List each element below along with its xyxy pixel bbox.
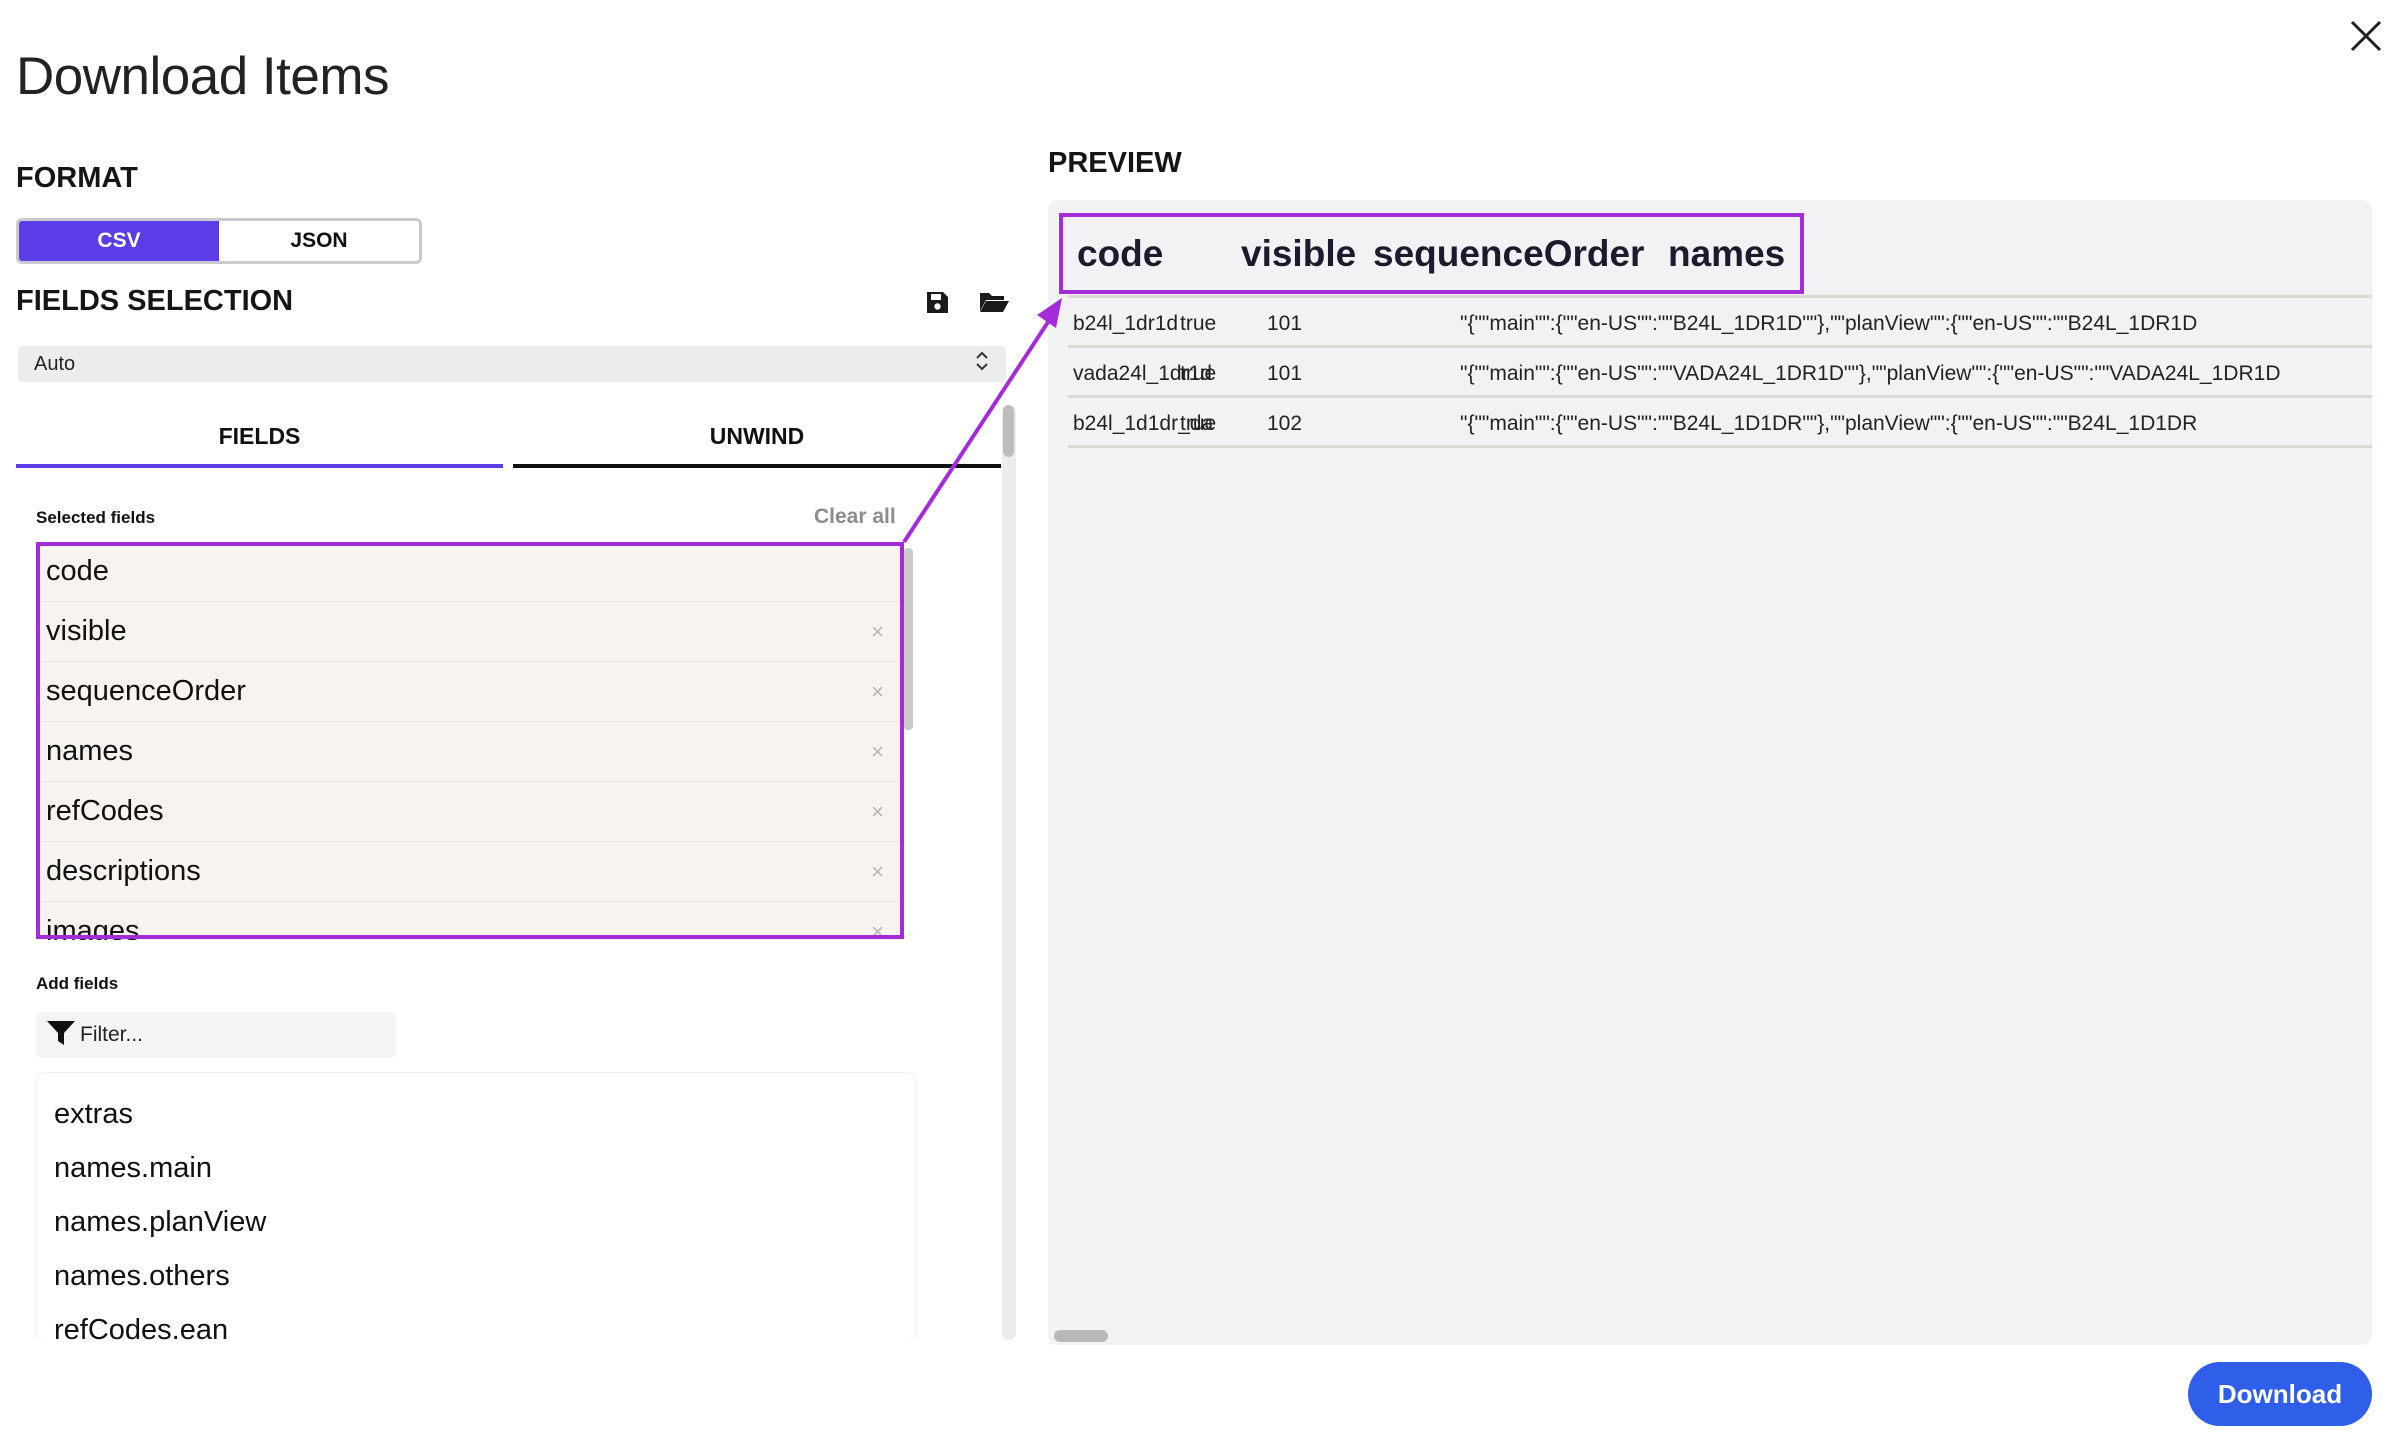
available-field-item[interactable]: names.planView [37,1195,915,1249]
selected-field-item[interactable]: images × [36,902,904,940]
preview-cell: true [1180,312,1217,335]
preview-cell: 101 [1267,362,1303,385]
selected-field-label: sequenceOrder [46,675,246,707]
field-mode-value: Auto [34,352,76,375]
selected-field-item[interactable]: sequenceOrder × [36,662,904,722]
preview-cell: "{""main"":{""en-US"":""B24L_1DR1D""},""… [1460,312,2198,335]
tab-unwind[interactable]: UNWIND [513,408,1001,468]
preview-horizontal-scrollbar[interactable] [1054,1330,1108,1342]
preview-header-divider [1068,295,2372,298]
remove-field-icon[interactable]: × [871,679,884,705]
remove-field-icon[interactable]: × [871,859,884,885]
remove-field-icon[interactable]: × [871,619,884,645]
preview-cell: 102 [1267,412,1303,435]
preview-cell: "{""main"":{""en-US"":""VADA24L_1DR1D""}… [1460,362,2281,385]
selected-field-item[interactable]: code [36,542,904,602]
folder-open-icon[interactable] [977,287,1011,317]
selected-field-label: names [46,735,134,767]
selected-field-item[interactable]: names × [36,722,904,782]
selected-field-label: descriptions [46,855,201,887]
selected-list-scrollbar[interactable] [904,548,913,730]
preview-row: b24l_1dr1d true 101 "{""main"":{""en-US"":"… [1068,300,2372,348]
preview-row: b24l_1d1dr_da true 102 "{""main"":{""en-US"… [1068,400,2372,448]
json-option[interactable]: JSON [219,221,419,261]
format-toggle: CSV JSON [16,218,422,264]
selected-field-item[interactable]: refCodes × [36,782,904,842]
remove-field-icon[interactable]: × [871,799,884,825]
selected-field-label: code [46,555,109,587]
filter-field[interactable] [36,1012,396,1058]
selected-field-label: images [46,915,140,940]
preview-cell: "{""main"":{""en-US"":""B24L_1D1DR""},""… [1460,412,2198,435]
selected-field-label: visible [46,615,127,647]
selected-field-item[interactable]: descriptions × [36,842,904,902]
chevron-updown-icon [974,350,990,378]
preview-header-code: code [1077,233,1164,274]
preview-panel: code visible sequenceOrder names b24l_1d… [1048,200,2372,1345]
preview-cell: b24l_1dr1d [1073,312,1179,335]
filter-input[interactable] [76,1023,380,1047]
preview-header-visible: visible [1241,233,1357,274]
filter-icon [46,1019,76,1052]
remove-field-icon[interactable]: × [871,919,884,941]
dialog-title: Download Items [16,47,390,106]
preview-title: PREVIEW [1048,147,1182,179]
available-field-item[interactable]: names.main [37,1141,915,1195]
csv-option[interactable]: CSV [19,221,219,261]
preview-header-sequenceorder: sequenceOrder [1373,233,1645,274]
preview-header-names: names [1668,233,1786,274]
save-icon[interactable] [922,287,952,317]
preview-cell: true [1180,362,1217,385]
selected-field-item[interactable]: visible × [36,602,904,662]
selected-fields-list: code visible × sequenceOrder × names × refCodes… [36,542,904,940]
available-field-item[interactable]: extras [37,1087,915,1141]
available-field-item[interactable]: names.others [37,1249,915,1303]
preview-row: vada24l_1dr1d true 101 "{""main"":{""en-US"… [1068,350,2372,398]
selected-field-label: refCodes [46,795,164,827]
download-button[interactable]: Download [2188,1362,2372,1426]
tab-fields[interactable]: FIELDS [16,408,503,468]
fields-selection-title: FIELDS SELECTION [16,285,294,317]
preview-cell: true [1180,412,1217,435]
clear-all-button[interactable]: Clear all [814,505,896,529]
left-scrollbar-thumb[interactable] [1003,405,1014,457]
close-icon[interactable] [2344,14,2384,58]
available-fields-list: extras names.main names.planView names.othe… [36,1072,916,1344]
remove-field-icon[interactable]: × [871,739,884,765]
field-mode-select[interactable]: Auto [18,346,1006,382]
left-scrollbar-track[interactable] [1002,405,1016,1340]
format-title: FORMAT [16,162,138,194]
selected-fields-label: Selected fields [36,508,156,527]
preview-cell: 101 [1267,312,1303,335]
add-fields-label: Add fields [36,974,119,993]
available-field-item[interactable]: refCodes.ean [37,1303,915,1345]
